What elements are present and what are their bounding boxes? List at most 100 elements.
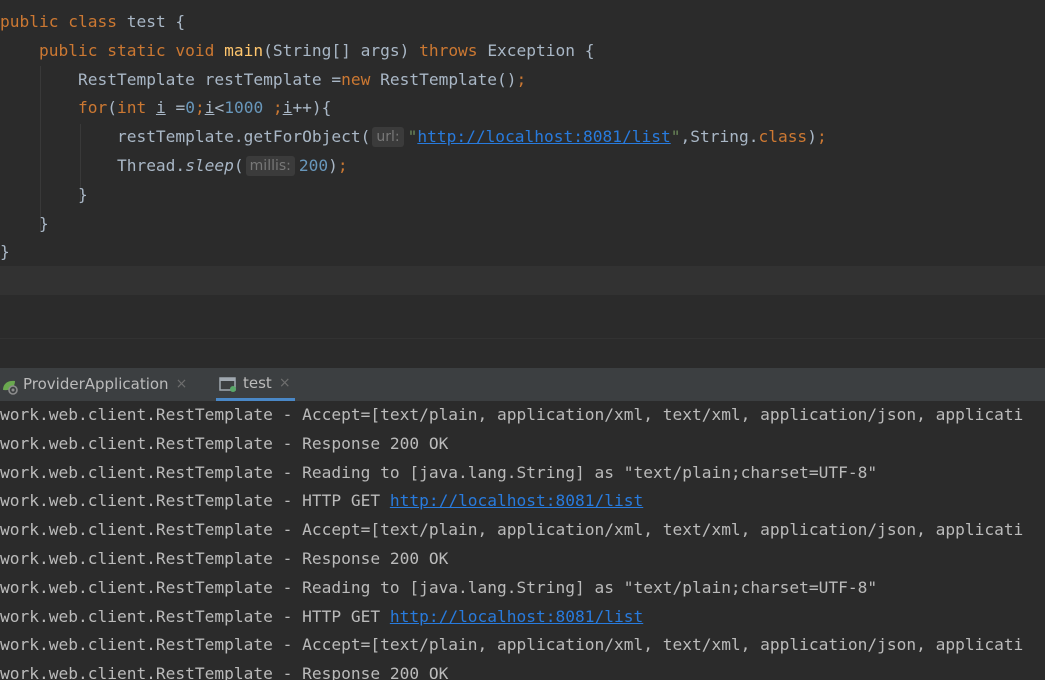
code-token: =: [165, 98, 186, 118]
logger-prefix: work.web.client.RestTemplate -: [0, 491, 303, 511]
code-token: RestTemplate restTemplate =: [77, 69, 342, 89]
log-message: Accept=[text/plain, application/xml, tex…: [302, 635, 1024, 655]
parameter-hint: millis:: [245, 156, 295, 176]
url-link[interactable]: http://localhost:8081/list: [417, 127, 670, 146]
log-message: Reading to [java.lang.String] as "text/p…: [302, 462, 878, 482]
code-token: 0: [185, 98, 195, 118]
console-line: work.web.client.RestTemplate - Reading t…: [0, 574, 877, 602]
code-token: ): [328, 156, 338, 175]
code-line[interactable]: restTemplate.getForObject(url: "http://lo…: [0, 123, 827, 151]
code-token: public class: [0, 12, 127, 31]
close-icon[interactable]: ×: [176, 368, 188, 401]
code-token: for: [77, 98, 108, 118]
code-token: ;: [194, 98, 205, 118]
code-token: ++){: [292, 98, 332, 118]
code-token: Exception {: [487, 40, 595, 60]
log-message: Response 200 OK: [302, 549, 449, 568]
code-token: (: [107, 98, 117, 118]
code-token: }: [38, 213, 49, 233]
code-token: 1000: [224, 98, 264, 118]
code-token: i: [282, 98, 293, 118]
spring-boot-icon: [0, 375, 20, 395]
url-link[interactable]: http://localhost:8081/list: [390, 491, 643, 510]
console-line: work.web.client.RestTemplate - HTTP GET …: [0, 487, 643, 515]
run-console-output[interactable]: work.web.client.RestTemplate - Accept=[t…: [0, 401, 1045, 680]
code-line[interactable]: }: [0, 181, 88, 209]
code-token: i: [155, 98, 166, 118]
tab-label: ProviderApplication: [23, 375, 169, 393]
code-line[interactable]: RestTemplate restTemplate =new RestTempl…: [0, 66, 526, 94]
logger-prefix: work.web.client.RestTemplate -: [0, 577, 303, 597]
code-token: ;: [337, 156, 348, 175]
console-line: work.web.client.RestTemplate - Accept=[t…: [0, 516, 1023, 544]
tab-provider-application[interactable]: ProviderApplication ×: [0, 368, 187, 401]
logger-prefix: work.web.client.RestTemplate -: [0, 606, 303, 626]
logger-prefix: work.web.client.RestTemplate -: [0, 635, 303, 655]
url-link[interactable]: http://localhost:8081/list: [390, 607, 643, 626]
code-token: ;: [816, 127, 827, 147]
logger-prefix: work.web.client.RestTemplate -: [0, 520, 303, 540]
code-token: <: [214, 98, 225, 118]
code-token: public static void: [38, 40, 225, 60]
code-token: }: [77, 184, 88, 204]
code-line[interactable]: }: [0, 210, 49, 238]
logger-prefix: work.web.client.RestTemplate -: [0, 405, 303, 424]
code-token: sleep: [185, 156, 234, 175]
logger-prefix: work.web.client.RestTemplate -: [0, 462, 303, 482]
code-token: Thread.: [116, 156, 186, 175]
log-message: Accept=[text/plain, application/xml, tex…: [302, 405, 1024, 424]
editor-bottom-gap: [0, 338, 1045, 369]
logger-prefix: work.web.client.RestTemplate -: [0, 433, 303, 453]
code-token: 200: [298, 156, 329, 175]
log-message: Reading to [java.lang.String] as "text/p…: [302, 577, 878, 597]
code-token: ;: [516, 69, 527, 89]
code-token: (: [233, 156, 244, 175]
console-line: work.web.client.RestTemplate - Response …: [0, 545, 448, 573]
console-line: work.web.client.RestTemplate - Accept=[t…: [0, 401, 1023, 429]
code-line[interactable]: public class test {: [0, 8, 185, 36]
code-token: new: [341, 69, 381, 89]
current-line-highlight: [0, 266, 1045, 295]
close-icon[interactable]: ×: [279, 367, 291, 400]
code-line[interactable]: for(int i =0;i<1000 ;i++){: [0, 94, 331, 122]
code-token: ,String.: [680, 127, 759, 147]
code-token: ": [407, 127, 418, 147]
logger-prefix: work.web.client.RestTemplate -: [0, 549, 303, 568]
log-message: HTTP GET: [302, 491, 390, 511]
code-token: main: [224, 40, 264, 60]
code-token: throws: [419, 40, 488, 60]
code-token: int: [116, 98, 156, 118]
code-token: (String[] args): [263, 40, 420, 60]
code-token: i: [204, 98, 215, 118]
console-line: work.web.client.RestTemplate - Reading t…: [0, 459, 877, 487]
code-line[interactable]: Thread.sleep(millis: 200);: [0, 152, 348, 180]
code-line[interactable]: public static void main(String[] args) t…: [0, 37, 595, 65]
code-line[interactable]: }: [0, 238, 10, 266]
code-token: RestTemplate(): [380, 69, 517, 89]
console-line: work.web.client.RestTemplate - HTTP GET …: [0, 603, 643, 631]
run-config-icon: [218, 373, 238, 393]
console-line: work.web.client.RestTemplate - Accept=[t…: [0, 631, 1023, 659]
code-editor[interactable]: public class test { public static void m…: [0, 0, 1045, 338]
logger-prefix: work.web.client.RestTemplate -: [0, 664, 303, 680]
log-message: Accept=[text/plain, application/xml, tex…: [302, 520, 1024, 540]
code-token: ;: [263, 98, 283, 118]
console-line: work.web.client.RestTemplate - Response …: [0, 430, 448, 458]
log-message: HTTP GET: [302, 606, 390, 626]
log-message: Response 200 OK: [302, 433, 449, 453]
parameter-hint: url:: [372, 127, 404, 148]
log-message: Response 200 OK: [302, 664, 449, 680]
tab-label: test: [243, 373, 272, 392]
code-token: }: [0, 242, 10, 262]
code-token: test {: [126, 12, 186, 31]
tab-test[interactable]: test ×: [216, 368, 295, 401]
code-token: restTemplate.getForObject(: [116, 127, 371, 147]
code-token: class: [758, 127, 808, 147]
